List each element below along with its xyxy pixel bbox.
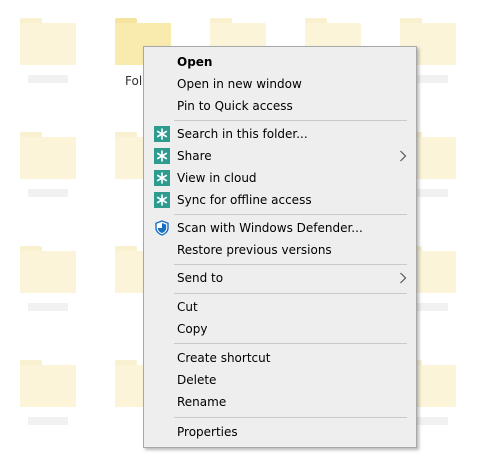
menu-item-open[interactable]: Open [146,51,414,73]
menu-item-label: Open [177,55,213,69]
menu-separator [174,264,407,265]
chevron-right-icon [399,271,407,285]
menu-item-create-shortcut[interactable]: Create shortcut [146,347,414,369]
menu-item-label: Cut [177,300,198,314]
menu-item-sync-offline[interactable]: Sync for offline access [146,189,414,211]
menu-separator [174,293,407,294]
menu-item-label: View in cloud [177,171,257,185]
menu-item-rename[interactable]: Rename [146,391,414,413]
menu-item-label: Delete [177,373,217,387]
menu-item-properties[interactable]: Properties [146,421,414,443]
menu-item-send-to[interactable]: Send to [146,267,414,289]
folder-icon [20,251,76,293]
folder-icon [20,23,76,65]
folder-item[interactable] [20,132,76,197]
folder-icon [20,365,76,407]
menu-item-label: Restore previous versions [177,243,332,257]
menu-item-delete[interactable]: Delete [146,369,414,391]
windows-defender-icon [154,220,170,236]
menu-item-label: Properties [177,425,238,439]
onedrive-sync-icon [154,192,170,208]
menu-item-scan-defender[interactable]: Scan with Windows Defender... [146,217,414,239]
onedrive-sync-icon [154,170,170,186]
onedrive-sync-icon [154,126,170,142]
menu-item-label: Open in new window [177,77,302,91]
menu-item-search-folder[interactable]: Search in this folder... [146,123,414,145]
menu-item-label: Scan with Windows Defender... [177,221,363,235]
folder-label: Fol [125,74,143,88]
menu-item-label: Create shortcut [177,351,271,365]
menu-item-pin-quick-access[interactable]: Pin to Quick access [146,95,414,117]
menu-item-label: Rename [177,395,227,409]
folder-item[interactable] [20,360,76,425]
menu-item-open-new-window[interactable]: Open in new window [146,73,414,95]
folder-item[interactable] [20,246,76,311]
menu-item-label: Pin to Quick access [177,99,293,113]
folder-item[interactable] [20,18,76,83]
menu-item-view-in-cloud[interactable]: View in cloud [146,167,414,189]
onedrive-sync-icon [154,148,170,164]
menu-item-copy[interactable]: Copy [146,318,414,340]
menu-separator [174,120,407,121]
menu-separator [174,214,407,215]
menu-item-share[interactable]: Share [146,145,414,167]
menu-item-restore-versions[interactable]: Restore previous versions [146,239,414,261]
folder-icon [20,137,76,179]
chevron-right-icon [399,149,407,163]
menu-item-label: Sync for offline access [177,193,312,207]
menu-separator [174,343,407,344]
menu-item-label: Search in this folder... [177,127,308,141]
menu-separator [174,417,407,418]
menu-item-label: Copy [177,322,208,336]
menu-item-label: Send to [177,271,224,285]
menu-item-label: Share [177,149,212,163]
context-menu: Open Open in new window Pin to Quick acc… [143,46,417,448]
menu-item-cut[interactable]: Cut [146,296,414,318]
